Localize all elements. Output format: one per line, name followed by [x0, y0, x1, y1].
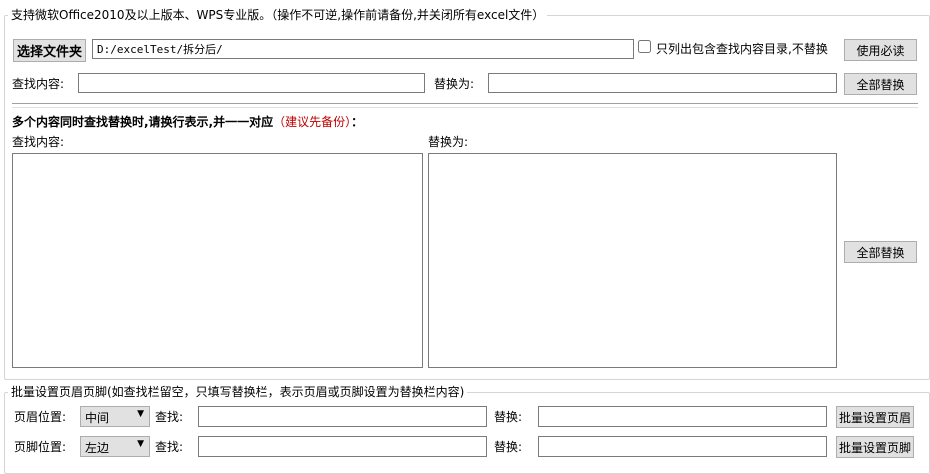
multi-note: （建议先备份）: [273, 115, 352, 129]
header-position-value: 中间: [85, 411, 110, 425]
multi-title: 多个内容同时查找替换时,请换行表示,并一一对应（建议先备份）：: [12, 115, 363, 129]
replace-label: 替换为:: [434, 77, 475, 91]
chevron-down-icon: ▼: [137, 439, 144, 449]
multi-replace-label: 替换为:: [428, 135, 469, 149]
find-label: 查找内容:: [12, 77, 65, 91]
divider: [12, 103, 918, 108]
multi-title-text: 多个内容同时查找替换时,请换行表示,并一一对应: [12, 115, 274, 129]
footer-replace-input[interactable]: [538, 436, 827, 457]
header-position-select[interactable]: 中间 ▼: [80, 406, 150, 427]
multi-find-label: 查找内容:: [12, 135, 65, 149]
choose-folder-button[interactable]: 选择文件夹: [13, 39, 86, 62]
multi-replace-textarea[interactable]: [428, 153, 837, 368]
multi-colon: ：: [351, 115, 364, 129]
header-replace-input[interactable]: [538, 406, 827, 427]
header-find-label: 查找:: [155, 410, 184, 424]
header-footer-group: [4, 392, 930, 474]
main-group-legend: 支持微软Office2010及以上版本、WPS专业版。（操作不可逆,操作前请备份…: [8, 8, 548, 22]
header-footer-legend: 批量设置页眉页脚(如查找栏留空，只填写替换栏，表示页眉或页脚设置为替换栏内容): [8, 385, 468, 399]
footer-position-label: 页脚位置:: [14, 440, 67, 454]
folder-path-input[interactable]: [92, 39, 634, 59]
header-find-input[interactable]: [198, 406, 487, 427]
chevron-down-icon: ▼: [137, 409, 144, 419]
readme-button[interactable]: 使用必读: [844, 39, 917, 61]
only-list-checkbox[interactable]: [638, 40, 651, 53]
header-position-label: 页眉位置:: [14, 410, 67, 424]
find-input[interactable]: [78, 73, 425, 93]
header-replace-label: 替换:: [494, 410, 523, 424]
set-header-button[interactable]: 批量设置页眉: [836, 406, 914, 428]
footer-find-label: 查找:: [155, 440, 184, 454]
replace-all-button[interactable]: 全部替换: [844, 73, 917, 95]
footer-replace-label: 替换:: [494, 440, 523, 454]
multi-find-textarea[interactable]: [12, 153, 423, 368]
set-footer-button[interactable]: 批量设置页脚: [836, 436, 914, 458]
footer-find-input[interactable]: [198, 436, 487, 457]
only-list-label: 只列出包含查找内容目录,不替换: [656, 42, 828, 56]
replace-input[interactable]: [488, 73, 837, 93]
multi-replace-all-button[interactable]: 全部替换: [844, 241, 917, 263]
footer-position-value: 左边: [85, 441, 110, 455]
footer-position-select[interactable]: 左边 ▼: [80, 436, 150, 457]
